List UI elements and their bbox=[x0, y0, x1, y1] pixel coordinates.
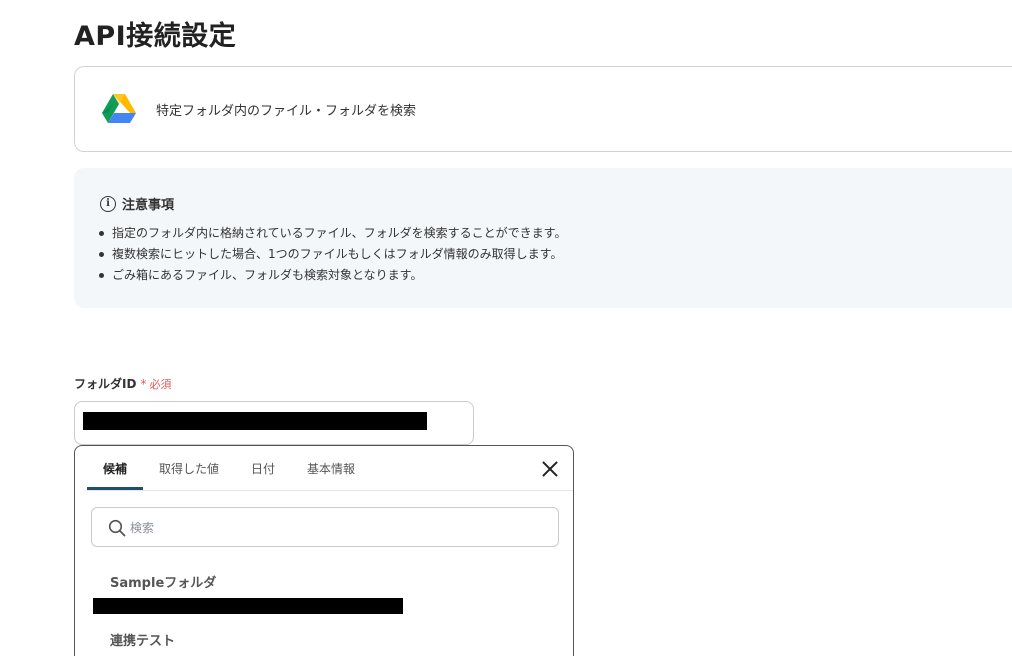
folder-id-input[interactable] bbox=[74, 401, 474, 445]
tab-date[interactable]: 日付 bbox=[235, 446, 291, 490]
redacted-value bbox=[83, 412, 427, 430]
tab-basic-info[interactable]: 基本情報 bbox=[291, 446, 371, 490]
dropdown-tabs: 候補 取得した値 日付 基本情報 bbox=[87, 446, 371, 490]
notice-list: 指定のフォルダ内に格納されているファイル、フォルダを検索することができます。 複… bbox=[98, 223, 566, 286]
search-box bbox=[91, 507, 559, 547]
search-icon bbox=[108, 519, 126, 537]
google-drive-icon bbox=[102, 94, 136, 123]
action-card: 特定フォルダ内のファイル・フォルダを検索 bbox=[74, 66, 1012, 152]
notice-header: i 注意事項 bbox=[100, 194, 174, 213]
notice-item: 複数検索にヒットした場合、1つのファイルもしくはフォルダ情報のみ取得します。 bbox=[98, 244, 566, 265]
notice-box: i 注意事項 指定のフォルダ内に格納されているファイル、フォルダを検索することが… bbox=[74, 168, 1012, 308]
notice-item: ごみ箱にあるファイル、フォルダも検索対象となります。 bbox=[98, 265, 566, 286]
action-label: 特定フォルダ内のファイル・フォルダを検索 bbox=[156, 104, 417, 119]
redacted-option-id bbox=[93, 598, 403, 614]
tab-candidates[interactable]: 候補 bbox=[87, 446, 144, 490]
info-icon: i bbox=[100, 195, 116, 212]
search-input[interactable] bbox=[130, 516, 530, 540]
page-title: API接続設定 bbox=[74, 21, 237, 52]
notice-title: 注意事項 bbox=[122, 198, 175, 213]
page: API接続設定 特定フォルダ内のファイル・フォルダを検索 i 注意事項 指定のフ… bbox=[0, 0, 1012, 656]
tab-acquired-values[interactable]: 取得した値 bbox=[143, 446, 235, 490]
tab-divider bbox=[87, 490, 573, 491]
folder-id-label: フォルダID * 必須 bbox=[74, 375, 171, 392]
required-asterisk: * bbox=[140, 376, 147, 391]
option-item[interactable]: Sampleフォルダ bbox=[110, 572, 216, 591]
close-icon[interactable] bbox=[541, 460, 559, 478]
option-item[interactable]: 連携テスト bbox=[110, 630, 175, 649]
folder-id-label-text: フォルダID bbox=[74, 377, 137, 391]
notice-item: 指定のフォルダ内に格納されているファイル、フォルダを検索することができます。 bbox=[98, 223, 566, 244]
suggestion-dropdown: 候補 取得した値 日付 基本情報 Sampleフォルダ 連携テスト bbox=[74, 445, 574, 656]
required-text: 必須 bbox=[149, 377, 172, 391]
